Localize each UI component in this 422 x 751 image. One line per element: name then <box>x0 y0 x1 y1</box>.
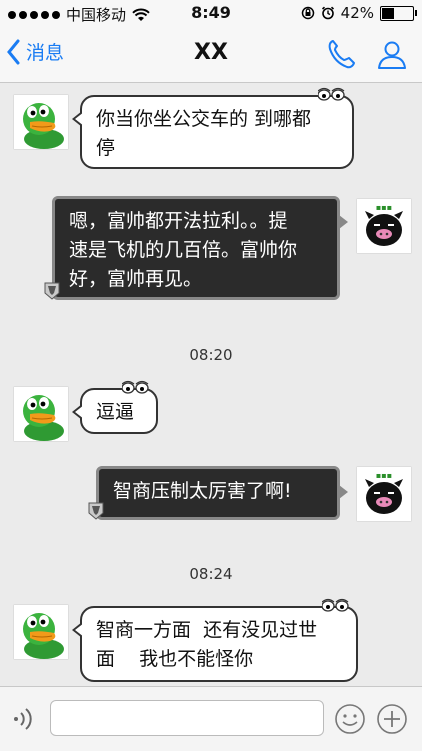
conversation-title: XX <box>194 40 228 65</box>
eyes-decoration-icon <box>322 598 349 612</box>
emoji-icon[interactable] <box>334 703 366 735</box>
nav-bar: 消息 XX <box>0 26 422 83</box>
contact-avatar[interactable] <box>13 94 69 150</box>
rotation-lock-icon <box>301 6 314 20</box>
pig-avatar-icon <box>357 467 411 521</box>
message-bubble-incoming[interactable]: 智商一方面 还有没见过世 面 我也不能怪你 <box>72 598 358 682</box>
input-bar <box>0 686 422 751</box>
my-avatar[interactable] <box>356 198 412 254</box>
message-bubble-outgoing[interactable]: 嗯，富帅都开法拉利。。提 速是飞机的几百倍。富帅你 好，富帅再见。 <box>44 196 348 300</box>
message-text-line: 你当你坐公交车的 到哪都 <box>96 108 312 130</box>
call-button[interactable] <box>326 38 356 74</box>
battery-icon <box>380 5 417 21</box>
message-bubble-incoming[interactable]: 逗逼 <box>72 380 158 434</box>
my-avatar[interactable] <box>356 466 412 522</box>
plus-icon[interactable] <box>376 703 408 735</box>
message-text-line: 好，富帅再见。 <box>69 268 203 290</box>
duck-avatar-icon <box>13 604 69 660</box>
battery-fill <box>382 7 394 19</box>
message-text-line: 面 我也不能怪你 <box>96 648 254 670</box>
message-bubble-incoming[interactable]: 你当你坐公交车的 到哪都 停 <box>72 87 354 169</box>
decepticon-badge-icon <box>88 502 104 520</box>
phone-icon <box>328 40 355 69</box>
status-right: 42% <box>301 4 417 22</box>
alarm-icon <box>321 6 334 20</box>
eyes-decoration-icon <box>122 380 149 394</box>
person-icon <box>378 41 406 69</box>
decepticon-badge-icon <box>44 282 60 300</box>
message-timestamp: 08:20 <box>189 346 233 364</box>
message-bubble-outgoing[interactable]: 智商压制太厉害了啊! <box>88 466 348 520</box>
battery-percent: 42% <box>340 4 374 22</box>
message-text-line: 智商压制太厉害了啊! <box>113 480 292 502</box>
eyes-decoration-icon <box>318 87 345 101</box>
pig-avatar-icon <box>357 199 411 253</box>
voice-input-icon[interactable] <box>12 704 38 734</box>
message-text-line: 逗逼 <box>96 401 135 423</box>
duck-avatar-icon <box>13 94 69 150</box>
message-text-line: 嗯，富帅都开法拉利。。提 <box>69 210 288 232</box>
contact-avatar[interactable] <box>13 604 69 660</box>
message-text-line: 速是飞机的几百倍。富帅你 <box>69 239 298 261</box>
duck-avatar-icon <box>13 386 69 442</box>
message-input[interactable] <box>50 700 324 736</box>
message-text-line: 停 <box>96 137 116 159</box>
status-bar: 中国移动 8:49 42% <box>0 0 422 26</box>
contact-button[interactable] <box>376 38 408 74</box>
message-timestamp: 08:24 <box>189 565 233 583</box>
message-text-line: 智商一方面 还有没见过世 <box>96 619 318 641</box>
contact-avatar[interactable] <box>13 386 69 442</box>
